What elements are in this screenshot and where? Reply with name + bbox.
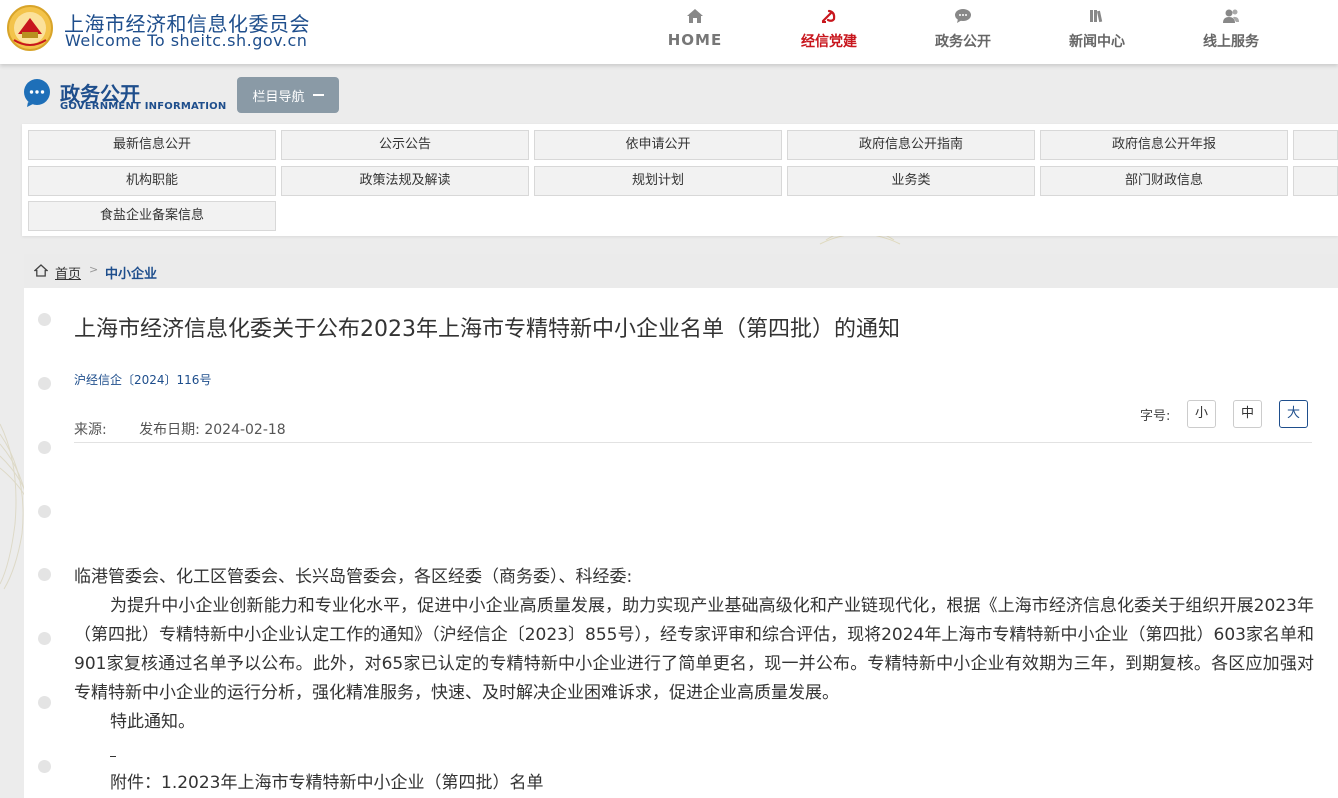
nav-news-center[interactable]: 新闻中心 [1030, 0, 1164, 64]
breadcrumb-separator: > [89, 263, 99, 276]
font-size-label: 字号: [1140, 409, 1171, 424]
category-functions[interactable]: 机构职能 [28, 166, 276, 196]
category-announcements[interactable]: 公示公告 [281, 130, 529, 160]
decorative-dot [38, 568, 51, 581]
font-size-large-button[interactable]: 大 [1279, 400, 1308, 428]
decorative-dot [38, 696, 51, 709]
font-size-medium-button[interactable]: 中 [1233, 400, 1262, 428]
home-outline-icon [34, 264, 48, 277]
category-plans[interactable]: 规划计划 [534, 166, 782, 196]
article-body: 临港管委会、化工区管委会、长兴岛管委会，各区经委（商务委）、科经委: 为提升中小… [74, 563, 1314, 737]
font-size-small-button[interactable]: 小 [1187, 400, 1216, 428]
nav-online-services[interactable]: 线上服务 [1164, 0, 1298, 64]
party-emblem-icon [821, 9, 836, 23]
home-icon [687, 9, 703, 23]
site-subtitle: Welcome To sheitc.sh.gov.cn [65, 31, 308, 50]
article-meta: 来源: 发布日期: 2024-02-18 [74, 419, 286, 439]
chat-bubble-icon [955, 9, 971, 23]
publish-date-label: 发布日期: [139, 422, 200, 438]
category-latest-info[interactable]: 最新信息公开 [28, 130, 276, 160]
main-paragraph: 为提升中小企业创新能力和专业化水平，促进中小企业高质量发展，助力实现产业基础高级… [74, 596, 1314, 703]
breadcrumb: 首页 > 中小企业 [24, 254, 1338, 288]
decorative-dot [38, 760, 51, 773]
books-icon [1090, 10, 1103, 23]
closing-line: 特此通知。 [110, 712, 195, 732]
column-nav-toggle-button[interactable]: 栏目导航 [237, 77, 339, 113]
decorative-dot [38, 632, 51, 645]
category-panel: 最新信息公开 公示公告 依申请公开 政府信息公开指南 政府信息公开年报 机构职能… [22, 124, 1338, 236]
nav-party-building-label: 经信党建 [801, 34, 857, 50]
breadcrumb-home-link[interactable]: 首页 [55, 263, 81, 282]
decorative-dot [38, 441, 51, 454]
section-subtitle: GOVERNMENT INFORMATION [60, 101, 227, 112]
nav-news-center-label: 新闻中心 [1069, 34, 1125, 50]
article-title: 上海市经济信息化委关于公布2023年上海市专精特新中小企业名单（第四批）的通知 [74, 317, 900, 342]
nav-home[interactable]: HOME [628, 0, 762, 64]
underscore-mark [110, 756, 116, 757]
site-header: 上海市经济和信息化委员会 Welcome To sheitc.sh.gov.cn… [0, 0, 1338, 64]
category-finance[interactable]: 部门财政信息 [1040, 166, 1288, 196]
shanghai-emblem-logo[interactable] [6, 4, 54, 52]
document-number: 沪经信企〔2024〕116号 [74, 373, 212, 387]
speech-bubble-icon [24, 79, 50, 107]
nav-party-building[interactable]: 经信党建 [762, 0, 896, 64]
publish-date: 2024-02-18 [204, 422, 286, 438]
category-disclosure-guide[interactable]: 政府信息公开指南 [787, 130, 1035, 160]
article-panel: 首页 > 中小企业 上海市经济信息化委关于公布2023年上海市专精特新中小企业名… [24, 254, 1338, 798]
category-disclosure-on-request[interactable]: 依申请公开 [534, 130, 782, 160]
category-annual-report[interactable]: 政府信息公开年报 [1040, 130, 1288, 160]
column-nav-toggle-label: 栏目导航 [252, 89, 305, 105]
decorative-dot [38, 505, 51, 518]
decorative-dot [38, 313, 51, 326]
nav-government-info[interactable]: 政务公开 [896, 0, 1030, 64]
users-icon [1223, 9, 1239, 23]
breadcrumb-current[interactable]: 中小企业 [105, 263, 157, 282]
collapse-icon [312, 94, 324, 96]
decorative-dot [38, 377, 51, 390]
nav-government-info-label: 政务公开 [935, 34, 991, 50]
nav-home-label: HOME [667, 31, 723, 49]
category-business[interactable]: 业务类 [787, 166, 1035, 196]
category-salt-enterprise[interactable]: 食盐企业备案信息 [28, 201, 276, 231]
category-overflow-2[interactable] [1293, 166, 1338, 196]
attachment-link[interactable]: 附件：1.2023年上海市专精特新中小企业（第四批）名单 [110, 768, 543, 793]
category-policies[interactable]: 政策法规及解读 [281, 166, 529, 196]
meta-divider [74, 442, 1312, 443]
addressee-line: 临港管委会、化工区管委会、长兴岛管委会，各区经委（商务委）、科经委: [74, 567, 633, 587]
source-label: 来源: [74, 422, 107, 438]
category-overflow-1[interactable] [1293, 130, 1338, 160]
nav-online-services-label: 线上服务 [1203, 34, 1259, 50]
